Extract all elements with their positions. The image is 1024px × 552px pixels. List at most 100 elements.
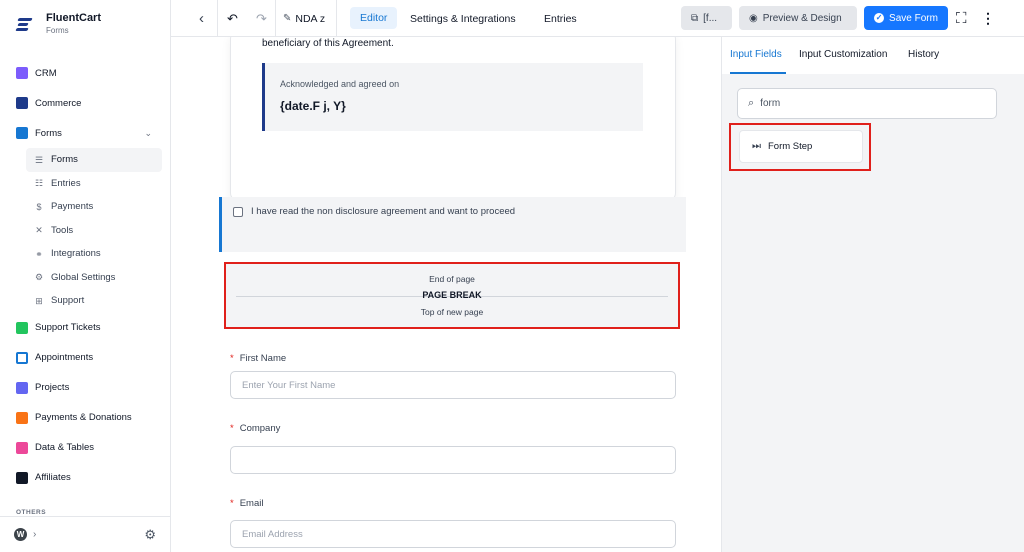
field-search-input[interactable]: ⌕ form xyxy=(737,88,997,119)
company-label: * Company xyxy=(230,423,280,434)
acknowledgement-box: Acknowledged and agreed on {date.F j, Y} xyxy=(262,63,643,131)
brand-name: FluentCart xyxy=(46,12,101,24)
sidebar-subitem-global-settings[interactable]: ⚙ Global Settings xyxy=(26,266,162,290)
active-tab-indicator xyxy=(730,72,786,74)
copy-icon: ⧉ xyxy=(691,12,699,24)
sidebar: FluentCart Forms CRM Commerce Forms ⌄ ☰ … xyxy=(0,0,171,552)
brand-subtitle: Forms xyxy=(46,26,69,35)
forms-icon xyxy=(16,127,28,139)
tab-settings-integrations[interactable]: Settings & Integrations xyxy=(410,0,516,37)
app: FluentCart Forms CRM Commerce Forms ⌄ ☰ … xyxy=(0,0,1024,552)
sidebar-subitem-entries[interactable]: ☷ Entries xyxy=(26,172,162,196)
save-form-button[interactable]: ✓ Save Form xyxy=(864,6,948,30)
sidebar-item-label: Commerce xyxy=(35,97,82,109)
right-panel-tabs: Input Fields Input Customization History xyxy=(722,37,1024,74)
sidebar-item-payments-donations[interactable]: Payments & Donations xyxy=(0,403,170,433)
sidebar-item-projects[interactable]: Projects xyxy=(0,373,170,403)
commerce-icon xyxy=(16,97,28,109)
email-input[interactable]: Email Address xyxy=(230,520,676,548)
back-button[interactable]: ‹ xyxy=(199,0,204,37)
more-vertical-icon[interactable]: ⋮ xyxy=(981,0,995,37)
form-step-label: Form Step xyxy=(768,141,813,152)
top-of-new-page-label: Top of new page xyxy=(420,307,484,317)
tools-icon: ✕ xyxy=(35,225,43,236)
tab-input-customization[interactable]: Input Customization xyxy=(799,49,887,60)
sidebar-subitem-forms[interactable]: ☰ Forms xyxy=(26,148,162,172)
terms-checkbox-label: I have read the non disclosure agreement… xyxy=(251,206,516,217)
sidebar-subitem-support[interactable]: ⊞ Support xyxy=(26,289,162,313)
redo-button[interactable]: ↷ xyxy=(256,0,267,37)
wordpress-icon[interactable]: W xyxy=(14,528,27,541)
divider xyxy=(217,0,218,37)
skip-forward-icon: ⏭ xyxy=(752,141,761,152)
brand[interactable]: FluentCart Forms xyxy=(15,12,101,35)
terms-checkbox-field[interactable]: I have read the non disclosure agreement… xyxy=(219,197,686,252)
list-icon: ☰ xyxy=(34,154,44,165)
divider xyxy=(336,0,337,37)
integrations-icon: ⚭ xyxy=(35,248,43,259)
sidebar-nav: CRM Commerce Forms ⌄ ☰ Forms ☷ Entries $ xyxy=(0,58,170,493)
shortcode-button[interactable]: ⧉ [f... xyxy=(681,6,732,30)
sidebar-item-commerce[interactable]: Commerce xyxy=(0,88,170,118)
sidebar-item-crm[interactable]: CRM xyxy=(0,58,170,88)
sidebar-item-label: Projects xyxy=(35,382,70,393)
divider xyxy=(275,0,276,37)
check-circle-icon: ✓ xyxy=(874,13,885,23)
sidebar-subitem-label: Payments xyxy=(51,201,94,213)
tab-entries[interactable]: Entries xyxy=(544,0,577,37)
form-name[interactable]: ✎ NDA z xyxy=(283,0,325,37)
chevron-down-icon[interactable]: ⌄ xyxy=(144,128,152,139)
form-step-highlight: ⏭ Form Step xyxy=(729,123,871,171)
nda-content-card[interactable]: beneficiary of this Agreement. Acknowled… xyxy=(230,37,676,201)
page-break-title: PAGE BREAK xyxy=(422,290,482,300)
form-name-text: NDA z xyxy=(295,12,326,25)
undo-button[interactable]: ↶ xyxy=(227,0,238,37)
acknowledged-date: {date.F j, Y} xyxy=(280,99,346,113)
sidebar-item-forms[interactable]: Forms ⌄ xyxy=(0,118,170,148)
required-asterisk: * xyxy=(230,353,234,364)
topbar: ‹ ↶ ↷ ✎ NDA z Editor Settings & Integrat… xyxy=(171,0,1024,37)
sidebar-subitem-label: Support xyxy=(51,295,85,307)
preview-design-button[interactable]: ◉ Preview & Design xyxy=(739,6,857,30)
list-icon: ☷ xyxy=(34,178,44,189)
tab-history[interactable]: History xyxy=(908,49,939,60)
sidebar-footer: W › ⚙ xyxy=(0,516,170,552)
projects-icon xyxy=(16,381,28,394)
first-name-input[interactable]: Enter Your First Name xyxy=(230,371,676,399)
sidebar-item-data-tables[interactable]: Data & Tables xyxy=(0,433,170,463)
sidebar-subitem-integrations[interactable]: ⚭ Integrations xyxy=(26,242,162,266)
sidebar-item-label: Affiliates xyxy=(35,472,71,483)
tab-input-fields[interactable]: Input Fields xyxy=(730,49,782,60)
fullscreen-icon[interactable]: ⛶ xyxy=(956,0,967,37)
search-icon: ⌕ xyxy=(748,97,755,109)
sidebar-subitem-payments[interactable]: $ Payments xyxy=(26,195,162,219)
sidebar-item-label: CRM xyxy=(35,67,57,79)
sidebar-item-label: Support Tickets xyxy=(35,322,101,333)
sidebar-item-affiliates[interactable]: Affiliates xyxy=(0,463,170,493)
data-tables-icon xyxy=(16,441,28,454)
sidebar-item-label: Forms xyxy=(35,127,62,139)
tab-editor[interactable]: Editor xyxy=(350,7,398,29)
settings-icon: ⚙ xyxy=(34,272,44,283)
required-asterisk: * xyxy=(230,423,234,434)
sidebar-item-label: Data & Tables xyxy=(35,442,94,453)
crm-icon xyxy=(16,67,28,79)
eye-icon: ◉ xyxy=(749,12,758,24)
appointments-icon xyxy=(16,351,28,364)
terms-checkbox[interactable] xyxy=(233,207,243,217)
sidebar-item-appointments[interactable]: Appointments xyxy=(0,343,170,373)
first-name-label: * First Name xyxy=(230,353,286,364)
sidebar-item-support-tickets[interactable]: Support Tickets xyxy=(0,313,170,343)
fluentcart-logo-icon xyxy=(15,14,36,34)
chevron-right-icon[interactable]: › xyxy=(33,529,36,540)
form-canvas: beneficiary of this Agreement. Acknowled… xyxy=(171,37,721,552)
form-step-field-button[interactable]: ⏭ Form Step xyxy=(739,130,863,163)
right-panel: Input Fields Input Customization History… xyxy=(721,37,1024,552)
affiliates-icon xyxy=(16,471,28,484)
page-break-element[interactable]: End of page PAGE BREAK Top of new page xyxy=(224,262,680,329)
required-asterisk: * xyxy=(230,498,234,509)
gear-icon[interactable]: ⚙ xyxy=(144,527,156,543)
company-input[interactable] xyxy=(230,446,676,474)
sidebar-subitem-label: Forms xyxy=(51,154,78,166)
sidebar-subitem-tools[interactable]: ✕ Tools xyxy=(26,219,162,243)
